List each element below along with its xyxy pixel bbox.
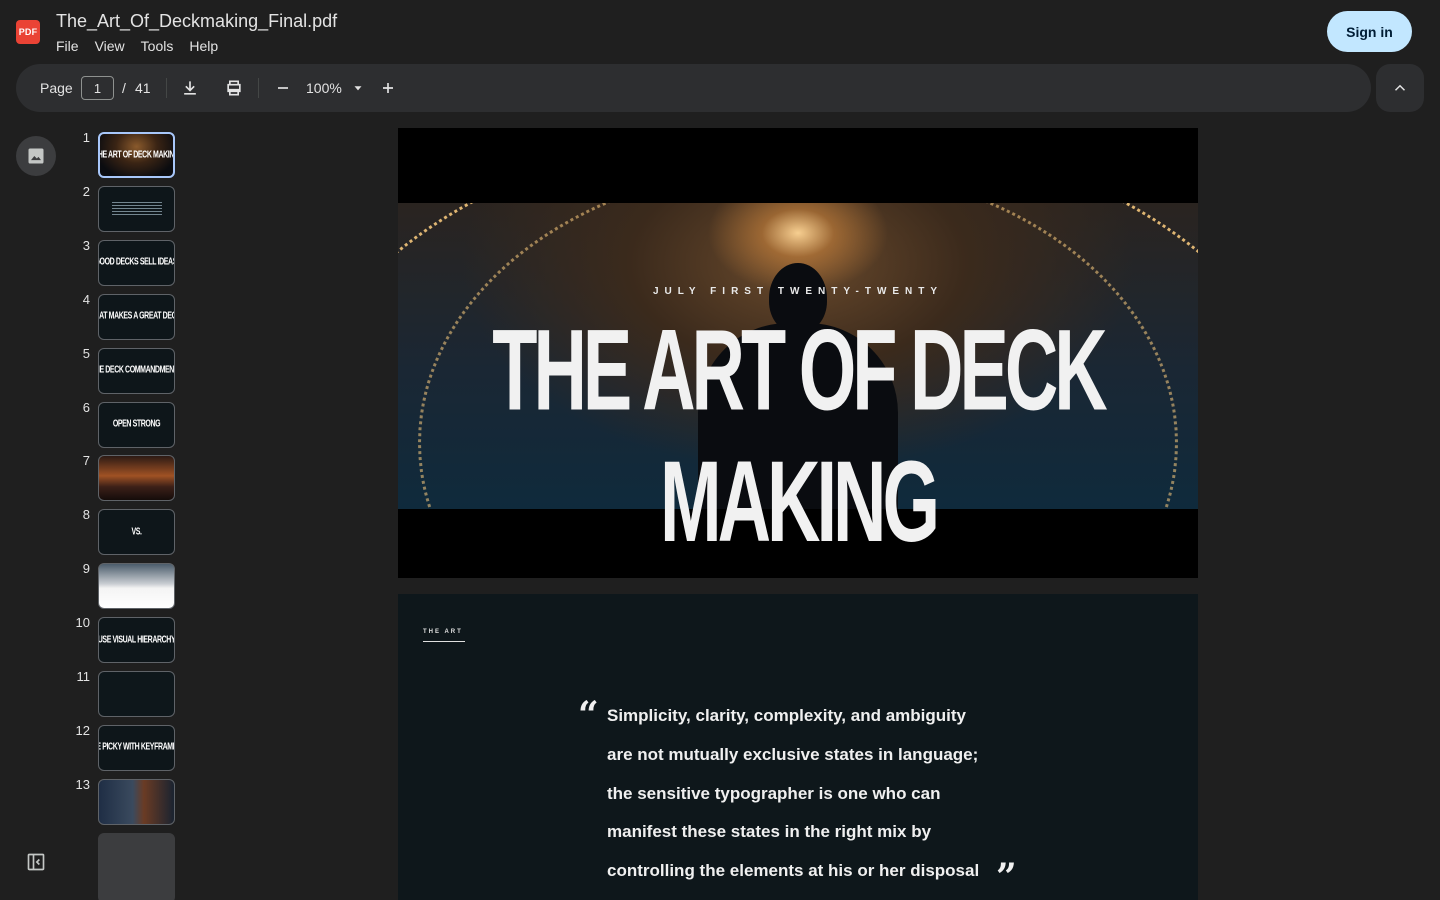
page-thumbnail[interactable] xyxy=(98,832,175,900)
thumbnail-page-number: 7 xyxy=(82,453,90,469)
thumbnail-row: 6 OPEN STRONG xyxy=(62,400,182,450)
thumbnail-row: 5 THE DECK COMMANDMENTS xyxy=(62,346,182,396)
thumbnail-page-number: 10 xyxy=(75,615,90,631)
collapse-toolbar-button[interactable] xyxy=(1376,64,1424,112)
thumbnail-row: 11 xyxy=(62,669,182,719)
thumbnail-page-number: 9 xyxy=(82,561,90,577)
pdf-toolbar: Page / 41 100% xyxy=(16,64,1371,112)
section-tag: THE ART xyxy=(423,629,463,635)
page-thumbnail[interactable] xyxy=(98,185,175,232)
thumbnail-row: 13 xyxy=(62,777,182,827)
document-title: The_Art_Of_Deckmaking_Final.pdf xyxy=(56,11,338,31)
menu-file[interactable]: File xyxy=(56,38,79,54)
page-thumbnail[interactable]: BE PICKY WITH KEYFRAMES xyxy=(98,724,175,771)
thumbnail-page-number: 13 xyxy=(75,776,90,792)
quote-text: Simplicity, clarity, complexity, and amb… xyxy=(607,704,979,898)
zoom-level[interactable]: 100% xyxy=(306,80,342,96)
page-label: Page xyxy=(40,80,73,96)
thumbnail-row: 8 VS. xyxy=(62,507,182,557)
thumbnail-title: WHAT MAKES A GREAT DECK? xyxy=(99,311,174,322)
sidebar-toggle-icon[interactable] xyxy=(26,852,46,872)
menu-help[interactable]: Help xyxy=(189,38,218,54)
thumbnail-page-number: 1 xyxy=(82,130,90,145)
plus-icon[interactable] xyxy=(376,76,400,100)
thumbnail-page-number: 12 xyxy=(75,722,90,738)
quote-line: controlling the elements at his or her d… xyxy=(607,861,980,881)
download-icon[interactable] xyxy=(178,76,202,100)
app-header: PDF The_Art_Of_Deckmaking_Final.pdf File… xyxy=(0,0,1440,64)
thumbnail-text-lines xyxy=(111,200,162,217)
open-quote-mark: “ xyxy=(578,694,599,736)
thumbnail-title: OPEN STRONG xyxy=(112,419,161,430)
page-thumbnail[interactable] xyxy=(98,671,175,717)
thumbnail-row: 2 xyxy=(62,184,182,234)
page-thumbnail[interactable]: VS. xyxy=(98,509,175,556)
thumbnail-page-number: 5 xyxy=(82,345,90,361)
caret-down-icon[interactable] xyxy=(346,76,370,100)
thumbnails-button[interactable] xyxy=(16,136,56,176)
print-icon[interactable] xyxy=(222,76,246,100)
page-thumbnail[interactable]: THE DECK COMMANDMENTS xyxy=(98,347,175,394)
page-thumbnail[interactable]: OPEN STRONG xyxy=(98,401,175,448)
thumbnail-row: 10 USE VISUAL HIERARCHY xyxy=(62,615,182,665)
page-thumbnail[interactable] xyxy=(98,778,175,825)
thumbnail-row: 1 THE ART OF DECK MAKING xyxy=(62,130,182,180)
toolbar-divider xyxy=(166,78,167,98)
page-thumbnail[interactable] xyxy=(98,563,175,610)
quote-line: manifest these states in the right mix b… xyxy=(607,822,932,842)
menu-bar: File View Tools Help xyxy=(56,38,234,54)
thumbnail-title: GOOD DECKS SELL IDEAS. xyxy=(98,257,175,268)
thumbnail-row: 9 xyxy=(62,561,182,611)
thumbnail-page-number: 6 xyxy=(82,399,90,415)
page-thumbnail[interactable]: USE VISUAL HIERARCHY xyxy=(98,617,175,664)
minus-icon[interactable] xyxy=(271,76,295,100)
toolbar-divider xyxy=(258,78,259,98)
close-quote-mark: ” xyxy=(996,856,1017,898)
thumbnail-title: USE VISUAL HIERARCHY xyxy=(98,635,175,645)
quote-line: are not mutually exclusive states in lan… xyxy=(607,744,979,764)
thumbnail-row: 7 xyxy=(62,453,182,503)
thumbnail-page-number: 11 xyxy=(76,669,91,684)
page-total: 41 xyxy=(135,80,151,96)
thumbnail-title: THE DECK COMMANDMENTS xyxy=(99,365,174,376)
thumbnail-title: THE ART OF DECK MAKING xyxy=(98,150,175,160)
menu-view[interactable]: View xyxy=(95,38,125,54)
thumbnail-row: 3 GOOD DECKS SELL IDEAS. xyxy=(62,238,182,288)
thumbnail-list: 1 THE ART OF DECK MAKING 2 3 GOOD DECKS SELL… xyxy=(62,130,182,900)
page-number-input[interactable] xyxy=(81,76,114,100)
thumbnail-page-number: 4 xyxy=(82,291,90,307)
thumbnail-row: 12 BE PICKY WITH KEYFRAMES xyxy=(62,723,182,773)
tag-underline xyxy=(423,641,465,642)
page-thumbnail[interactable]: THE ART OF DECK MAKING xyxy=(98,132,175,178)
pdf-page-1: JULY FIRST TWENTY-TWENTY THE ART OF DECK… xyxy=(398,128,1198,578)
sign-in-button[interactable]: Sign in xyxy=(1327,11,1412,52)
thumbnail-title: BE PICKY WITH KEYFRAMES xyxy=(99,742,174,753)
page-thumbnail[interactable] xyxy=(98,455,175,502)
chevron-up-icon xyxy=(1394,84,1406,91)
quote-line: Simplicity, clarity, complexity, and amb… xyxy=(607,706,966,725)
pdf-logo: PDF xyxy=(16,20,40,44)
quote-line: the sensitive typographer is one who can xyxy=(607,783,941,803)
page-thumbnail[interactable]: WHAT MAKES A GREAT DECK? xyxy=(98,293,175,340)
thumbnail-page-number: 2 xyxy=(82,183,90,199)
thumbnail-page-number: 8 xyxy=(82,507,90,523)
thumbnail-page-number: 3 xyxy=(82,237,90,253)
thumbnail-row xyxy=(62,831,182,900)
thumbnail-row: 4 WHAT MAKES A GREAT DECK? xyxy=(62,292,182,342)
page-separator: / xyxy=(122,80,126,96)
cover-date: JULY FIRST TWENTY-TWENTY xyxy=(652,286,944,297)
cover-title: THE ART OF DECK MAKING xyxy=(492,305,1107,566)
image-icon xyxy=(28,148,44,164)
menu-tools[interactable]: Tools xyxy=(141,38,174,54)
pdf-page-2: THE ART “ Simplicity, clarity, complexit… xyxy=(398,594,1198,900)
page-thumbnail[interactable]: GOOD DECKS SELL IDEAS. xyxy=(98,239,175,286)
thumbnail-title: VS. xyxy=(131,527,142,538)
